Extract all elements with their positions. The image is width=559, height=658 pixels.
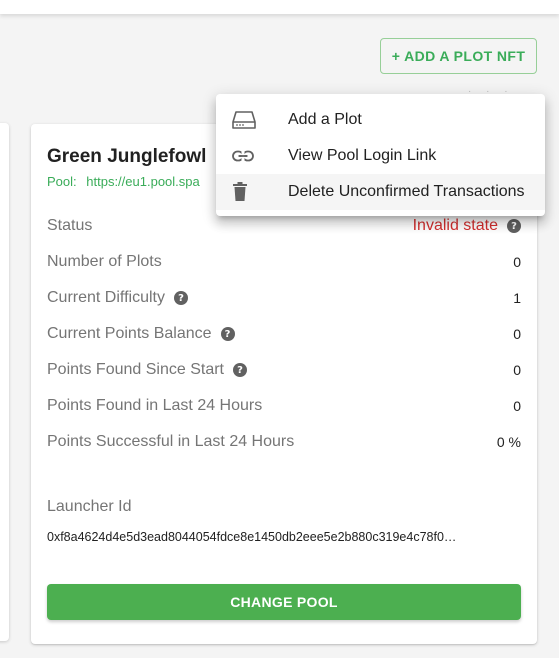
menu-anchor-icon: · · · (468, 86, 514, 97)
help-icon[interactable]: ? (220, 327, 235, 341)
card-title: Green Junglefowl (47, 146, 207, 167)
row-value: 0 (513, 326, 521, 342)
launcher-id-label: Launcher Id (47, 498, 132, 515)
launcher-id-value: 0xf8a4624d4e5d3ead8044054fdce8e1450db2ee… (47, 530, 457, 544)
points-successful-24h-row: Points Successful in Last 24 Hours 0 % (47, 430, 521, 454)
points-found-since-start-row: Points Found Since Start ? 0 (47, 358, 521, 382)
current-difficulty-row: Current Difficulty ? 1 (47, 286, 521, 310)
row-value: 0 (513, 254, 521, 270)
menu-item-label: View Pool Login Link (288, 147, 437, 164)
pool-label: Pool: (47, 174, 77, 189)
plot-nft-context-menu: Add a Plot View Pool Login Link Delete U… (216, 94, 545, 216)
row-value: 0 (513, 362, 521, 378)
add-plot-nft-button[interactable]: + ADD A PLOT NFT (380, 38, 537, 74)
adjacent-card-edge (0, 123, 9, 641)
row-label: Points Successful in Last 24 Hours (47, 433, 295, 450)
row-label: Points Found in Last 24 Hours (47, 397, 263, 414)
status-value: Invalid state (412, 217, 498, 234)
link-icon (216, 150, 272, 162)
trash-icon (216, 182, 272, 202)
row-label: Status (47, 217, 93, 234)
help-icon[interactable]: ? (232, 363, 247, 377)
row-label: Number of Plots (47, 253, 162, 270)
row-label: Points Found Since Start (47, 361, 224, 378)
row-value: 1 (513, 290, 521, 306)
menu-item-view-pool-login-link[interactable]: View Pool Login Link (216, 138, 545, 174)
current-points-balance-row: Current Points Balance ? 0 (47, 322, 521, 346)
menu-item-label: Delete Unconfirmed Transactions (288, 183, 525, 200)
change-pool-button[interactable]: CHANGE POOL (47, 584, 521, 620)
pool-url-link[interactable]: https://eu1.pool.spa (86, 174, 199, 189)
app-bar (0, 0, 559, 14)
row-label: Current Points Balance (47, 325, 212, 342)
menu-item-label: Add a Plot (288, 111, 362, 128)
number-of-plots-row: Number of Plots 0 (47, 250, 521, 274)
status-row: Status Invalid state ? (47, 214, 521, 238)
help-icon[interactable]: ? (173, 291, 188, 305)
row-label: Current Difficulty (47, 289, 165, 306)
points-found-24h-row: Points Found in Last 24 Hours 0 (47, 394, 521, 418)
pool-info: Pool: https://eu1.pool.spa (47, 174, 200, 189)
row-value: 0 % (496, 434, 521, 450)
menu-item-delete-unconfirmed-transactions[interactable]: Delete Unconfirmed Transactions (216, 174, 545, 210)
hard-drive-icon (216, 110, 272, 130)
row-value: 0 (513, 398, 521, 414)
help-icon[interactable]: ? (507, 219, 521, 233)
menu-item-add-plot[interactable]: Add a Plot (216, 102, 545, 138)
